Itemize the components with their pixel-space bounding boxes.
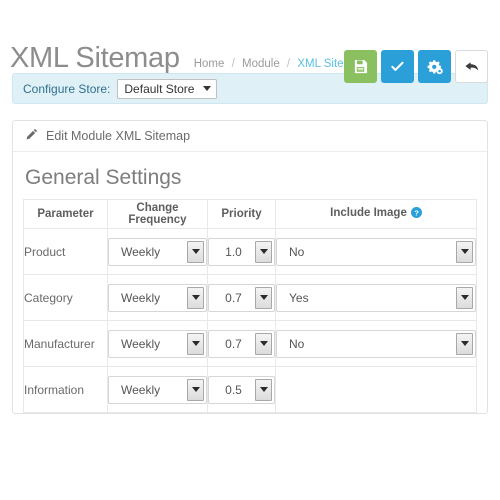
settings-button[interactable] xyxy=(418,50,451,83)
chevron-down-icon xyxy=(255,240,272,263)
row-include-image-cell: No xyxy=(275,228,477,276)
breadcrumb-item-module[interactable]: Module xyxy=(242,58,280,70)
panel-body: General Settings Parameter Change Freque… xyxy=(13,152,487,414)
row-parameter-label: Product xyxy=(23,228,108,276)
row-priority-cell: 1.0 xyxy=(207,228,276,276)
page-title: XML Sitemap xyxy=(10,42,180,74)
store-select-value: Default Store xyxy=(124,81,195,96)
table-header-row: Parameter Change Frequency Priority Incl… xyxy=(23,199,477,230)
chevron-down-icon xyxy=(187,240,204,263)
change-frequency-value: Weekly xyxy=(121,382,161,397)
priority-select[interactable]: 0.5 xyxy=(208,375,275,404)
include-image-value: Yes xyxy=(289,290,309,305)
breadcrumb: Home / Module / XML Sitemap xyxy=(194,58,366,71)
column-header-include-image: Include Image? xyxy=(275,199,477,230)
page-header: XML Sitemap Home / Module / XML Sitemap xyxy=(0,0,500,83)
chevron-down-icon xyxy=(187,332,204,355)
chevron-down-icon xyxy=(255,332,272,355)
change-frequency-value: Weekly xyxy=(121,336,161,351)
row-priority-cell: 0.7 xyxy=(207,274,276,322)
check-icon xyxy=(390,59,405,74)
store-select[interactable]: Default Store xyxy=(117,78,218,99)
table-body: Product Weekly 1.0 No Category Weekly 0.… xyxy=(23,228,477,414)
panel-heading: Edit Module XML Sitemap xyxy=(13,121,487,152)
chevron-down-icon xyxy=(255,286,272,309)
pencil-icon xyxy=(25,128,38,144)
include-image-select[interactable]: Yes xyxy=(276,283,476,312)
table-row: Product Weekly 1.0 No xyxy=(23,228,477,276)
change-frequency-value: Weekly xyxy=(121,244,161,259)
priority-select[interactable]: 1.0 xyxy=(208,237,275,266)
table-row: Information Weekly 0.5 xyxy=(23,366,477,414)
row-change-frequency-cell: Weekly xyxy=(107,274,208,322)
include-image-value: No xyxy=(289,336,305,351)
chevron-down-icon xyxy=(456,332,473,355)
change-frequency-select[interactable]: Weekly xyxy=(108,329,207,358)
row-change-frequency-cell: Weekly xyxy=(107,320,208,368)
back-arrow-icon xyxy=(464,59,480,75)
chevron-down-icon xyxy=(187,378,204,401)
priority-value: 1.0 xyxy=(225,244,242,259)
priority-value: 0.7 xyxy=(225,290,242,305)
row-parameter-label: Category xyxy=(23,274,108,322)
row-include-image-cell: Yes xyxy=(275,274,477,322)
edit-module-panel: Edit Module XML Sitemap General Settings… xyxy=(12,120,488,415)
save-button[interactable] xyxy=(344,50,377,83)
table-row: Manufacturer Weekly 0.7 No xyxy=(23,320,477,368)
row-priority-cell: 0.7 xyxy=(207,320,276,368)
breadcrumb-separator: / xyxy=(231,58,235,70)
priority-select[interactable]: 0.7 xyxy=(208,283,275,312)
priority-value: 0.5 xyxy=(225,382,242,397)
title-and-breadcrumb: XML Sitemap Home / Module / XML Sitemap xyxy=(10,44,366,73)
chevron-down-icon xyxy=(456,240,473,263)
column-header-parameter: Parameter xyxy=(23,199,108,230)
row-change-frequency-cell: Weekly xyxy=(107,228,208,276)
row-change-frequency-cell: Weekly xyxy=(107,366,208,414)
change-frequency-value: Weekly xyxy=(121,290,161,305)
change-frequency-select[interactable]: Weekly xyxy=(108,375,207,404)
gears-icon xyxy=(427,59,443,75)
priority-select[interactable]: 0.7 xyxy=(208,329,275,358)
chevron-down-icon xyxy=(203,86,212,91)
priority-value: 0.7 xyxy=(225,336,242,351)
general-settings-table: Parameter Change Frequency Priority Incl… xyxy=(23,199,477,414)
row-include-image-cell-empty xyxy=(275,366,477,414)
save-icon xyxy=(353,59,368,74)
chevron-down-icon xyxy=(255,378,272,401)
include-image-select[interactable]: No xyxy=(276,329,476,358)
table-row: Category Weekly 0.7 Yes xyxy=(23,274,477,322)
row-include-image-cell: No xyxy=(275,320,477,368)
include-image-select[interactable]: No xyxy=(276,237,476,266)
panel-heading-title: Edit Module XML Sitemap xyxy=(46,129,191,143)
chevron-down-icon xyxy=(187,286,204,309)
column-header-include-image-label: Include Image xyxy=(330,207,407,220)
svg-text:?: ? xyxy=(414,208,419,217)
configure-store-label: Configure Store: xyxy=(23,81,111,96)
change-frequency-select[interactable]: Weekly xyxy=(108,237,207,266)
section-title: General Settings xyxy=(25,166,182,189)
include-image-value: No xyxy=(289,244,305,259)
change-frequency-select[interactable]: Weekly xyxy=(108,283,207,312)
header-button-group xyxy=(344,50,488,83)
breadcrumb-item-home[interactable]: Home xyxy=(194,58,225,70)
column-header-priority: Priority xyxy=(207,199,276,230)
row-parameter-label: Manufacturer xyxy=(23,320,108,368)
apply-button[interactable] xyxy=(381,50,414,83)
help-icon[interactable]: ? xyxy=(410,207,422,221)
breadcrumb-separator: / xyxy=(286,58,291,70)
back-button[interactable] xyxy=(455,50,488,83)
column-header-change-frequency: Change Frequency xyxy=(107,199,208,230)
row-parameter-label: Information xyxy=(23,366,108,414)
chevron-down-icon xyxy=(456,286,473,309)
row-priority-cell: 0.5 xyxy=(207,366,276,414)
